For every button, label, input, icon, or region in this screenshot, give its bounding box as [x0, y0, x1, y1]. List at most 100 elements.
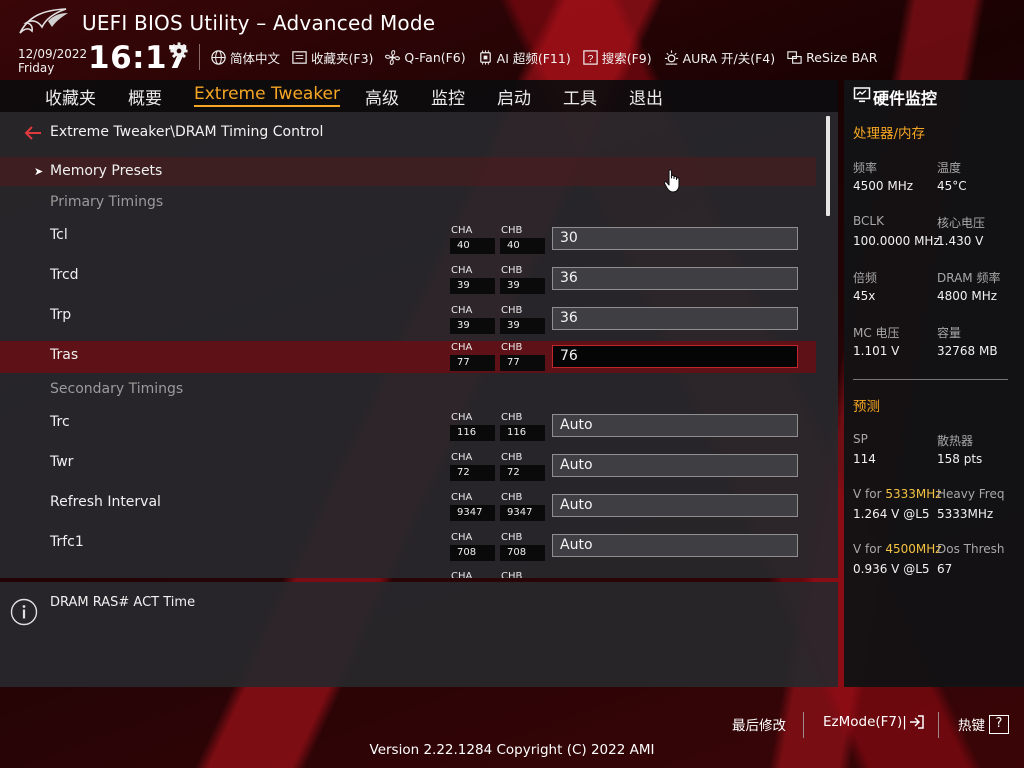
ezmode-button[interactable]: EzMode(F7)|	[823, 714, 925, 730]
timing-row-refresh-interval[interactable]: Refresh Interval CHA 9347 CHB 9347 Auto	[0, 488, 816, 526]
timing-row-trc[interactable]: Trc CHA 116 CHB 116 Auto	[0, 408, 816, 446]
last-modified-button[interactable]: 最后修改	[732, 714, 786, 734]
qfan-button[interactable]: Q-Fan(F6)	[384, 49, 466, 66]
timing-row-trp[interactable]: Trp CHA 39 CHB 39 36	[0, 301, 816, 339]
trcd-input[interactable]: 36	[552, 267, 798, 290]
v-for-5333-freq: 5333MHz	[885, 487, 942, 501]
temp-label: 温度	[937, 161, 962, 175]
cha-readout: CHA 39	[450, 305, 495, 337]
ezmode-label: EzMode(F7)|	[823, 714, 907, 730]
mc-voltage-label: MC 电压	[853, 326, 900, 340]
tab-favorites[interactable]: 收藏夹	[45, 84, 96, 109]
chb-label: CHB	[501, 532, 523, 543]
info-icon	[10, 598, 38, 626]
cha-value: 9347	[450, 505, 495, 521]
ratio-label: 倍频	[853, 271, 878, 285]
help-text: DRAM RAS# ACT Time	[50, 595, 196, 610]
favorites-button[interactable]: 收藏夹(F3)	[291, 48, 373, 67]
tab-boot[interactable]: 启动	[497, 84, 531, 109]
hotkeys-button[interactable]: 热键 ?	[958, 714, 1009, 734]
dram-freq-label: DRAM 频率	[937, 271, 1001, 285]
fan-icon	[385, 49, 401, 65]
twr-input[interactable]: Auto	[552, 454, 798, 477]
resize-bar-button[interactable]: ReSize BAR	[786, 49, 877, 66]
cpu-memory-header: 处理器/内存	[853, 126, 926, 142]
timing-row-trfc1[interactable]: Trfc1 CHA 708 CHB 708 Auto	[0, 528, 816, 566]
cha-readout: CHA 40	[450, 225, 495, 257]
bclk-value: 100.0000 MHz	[853, 234, 940, 248]
freq-label: 频率	[853, 161, 878, 175]
date-display: 12/09/2022 Friday	[18, 47, 87, 75]
timing-row-cutoff[interactable]: CHA CHB	[0, 568, 816, 578]
refresh-interval-input[interactable]: Auto	[552, 494, 798, 517]
timing-label: Trcd	[50, 267, 79, 283]
cha-label: CHA	[451, 265, 473, 276]
monitor-divider	[853, 379, 1008, 380]
tcl-input[interactable]: 30	[552, 227, 798, 250]
version-text: Version 2.22.1284 Copyright (C) 2022 AMI	[369, 742, 655, 758]
hotkeys-label: 热键	[958, 718, 985, 734]
aura-button[interactable]: AURA 开/关(F4)	[663, 48, 775, 67]
scrollbar-thumb[interactable]	[826, 116, 830, 216]
timing-row-trcd[interactable]: Trcd CHA 39 CHB 39 36	[0, 261, 816, 299]
svg-text:?: ?	[587, 53, 593, 64]
v-for-4500-freq: 4500MHz	[885, 542, 942, 556]
timing-row-tcl[interactable]: Tcl CHA 40 CHB 40 30	[0, 221, 816, 259]
cha-label: CHA	[451, 305, 473, 316]
timing-label: Twr	[50, 454, 74, 470]
gear-icon[interactable]	[170, 42, 188, 60]
globe-icon	[211, 49, 226, 65]
trp-input[interactable]: 36	[552, 307, 798, 330]
main-nav: 收藏夹 概要 Extreme Tweaker 高级 监控 启动 工具 退出	[0, 80, 838, 112]
exit-arrow-icon	[909, 715, 924, 729]
search-button[interactable]: ? 搜索(F9)	[582, 48, 652, 67]
tab-extreme-tweaker[interactable]: Extreme Tweaker	[194, 84, 341, 107]
tras-input[interactable]: 76	[552, 345, 798, 368]
timing-label: Tras	[50, 347, 79, 363]
cha-label: CHA	[451, 532, 473, 543]
search-help-icon: ?	[582, 49, 598, 64]
trc-input[interactable]: Auto	[552, 414, 798, 437]
tab-monitor[interactable]: 监控	[431, 84, 465, 109]
primary-timings-header: Primary Timings	[0, 190, 816, 216]
cha-readout: CHA 9347	[450, 492, 495, 524]
cha-readout: CHA 708	[450, 532, 495, 564]
chb-readout: CHB 39	[500, 305, 545, 337]
trfc1-input[interactable]: Auto	[552, 534, 798, 557]
chb-value: 39	[500, 278, 545, 294]
tab-main[interactable]: 概要	[128, 84, 162, 109]
tab-exit[interactable]: 退出	[629, 84, 663, 109]
toolbar: 简体中文 收藏夹(F3) Q-Fan(F6) AI 超频(F11) ? 搜索(F…	[210, 46, 888, 68]
back-arrow-icon[interactable]	[24, 126, 42, 140]
resize-bar-icon	[787, 50, 802, 64]
favorites-icon	[292, 50, 307, 64]
temp-value: 45°C	[937, 179, 967, 193]
chb-readout: CHB 116	[500, 412, 545, 444]
tab-tool[interactable]: 工具	[563, 84, 597, 109]
chb-label: CHB	[501, 412, 523, 423]
timing-row-tras[interactable]: Tras CHA 77 CHB 77 76	[0, 341, 816, 373]
header: UEFI BIOS Utility – Advanced Mode 12/09/…	[0, 0, 1024, 80]
dram-freq-value: 4800 MHz	[937, 289, 998, 303]
date-value: 12/09/2022	[18, 47, 88, 61]
qfan-label: Q-Fan(F6)	[404, 49, 466, 65]
language-button[interactable]: 简体中文	[210, 48, 280, 67]
timing-row-twr[interactable]: Twr CHA 72 CHB 72 Auto	[0, 448, 816, 486]
secondary-timings-header: Secondary Timings	[0, 377, 816, 403]
ai-overclock-button[interactable]: AI 超频(F11)	[477, 48, 571, 67]
prediction-header: 预测	[853, 399, 880, 415]
help-icon: ?	[989, 714, 1009, 734]
settings-panel: Extreme Tweaker\DRAM Timing Control ➤ Me…	[0, 112, 838, 578]
v-for-5333-value: 1.264 V @L5	[853, 507, 930, 521]
chb-readout: CHB 708	[500, 532, 545, 564]
memory-presets-row[interactable]: ➤ Memory Presets	[0, 157, 816, 186]
timing-label: Trc	[50, 414, 70, 430]
v-for-4500-label: V for 4500MHz	[853, 542, 942, 556]
chb-readout: CHB 9347	[500, 492, 545, 524]
chb-value: 708	[500, 545, 545, 561]
tab-advanced[interactable]: 高级	[365, 84, 399, 109]
dos-thresh-value: 67	[937, 562, 953, 576]
v-for-4500-value: 0.936 V @L5	[853, 562, 930, 576]
cha-value: 39	[450, 318, 495, 334]
ai-overclock-icon	[479, 49, 491, 65]
